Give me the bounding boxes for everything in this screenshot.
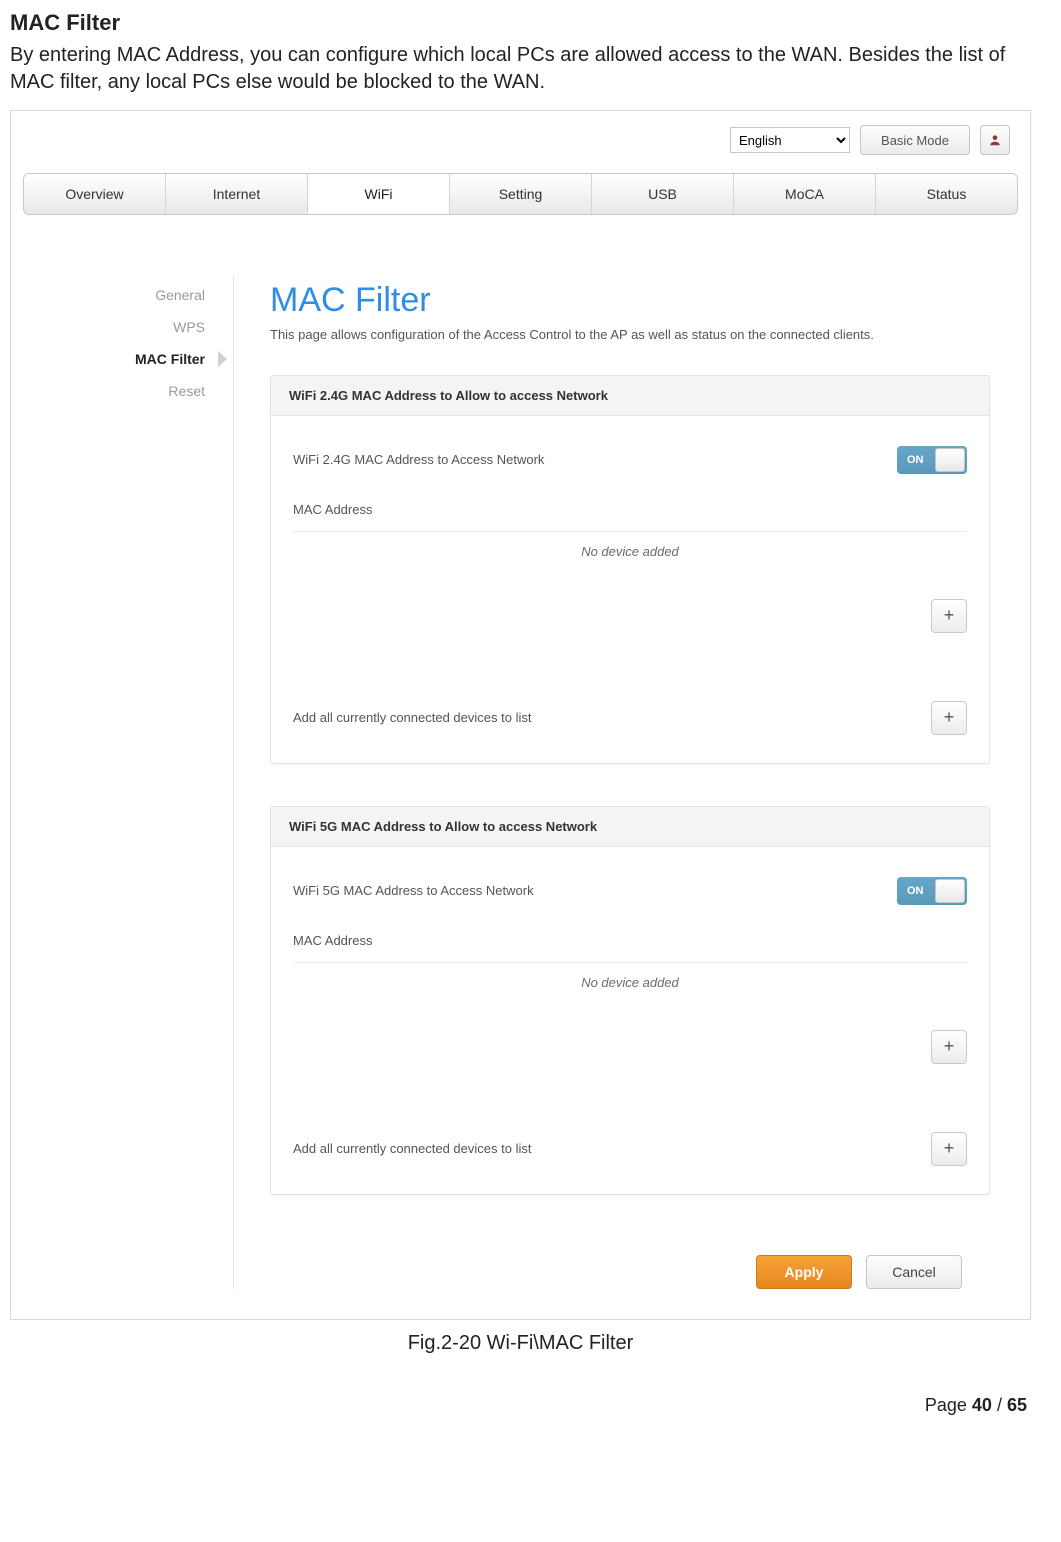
label-5g-mac: MAC Address bbox=[293, 933, 967, 948]
page-total: 65 bbox=[1007, 1395, 1027, 1415]
sidebar-item-wps[interactable]: WPS bbox=[23, 311, 233, 343]
panel-24g: WiFi 2.4G MAC Address to Allow to access… bbox=[270, 375, 990, 764]
basic-mode-button[interactable]: Basic Mode bbox=[860, 125, 970, 155]
add-device-5g-button[interactable]: + bbox=[931, 1030, 967, 1064]
tab-overview[interactable]: Overview bbox=[24, 174, 166, 214]
toggle-5g[interactable]: ON bbox=[897, 877, 967, 905]
tab-wifi[interactable]: WiFi bbox=[308, 174, 450, 214]
no-device-5g: No device added bbox=[293, 963, 967, 1000]
page-prefix: Page bbox=[925, 1395, 972, 1415]
content-area: MAC Filter This page allows configuratio… bbox=[233, 275, 1018, 1289]
label-5g-add-all: Add all currently connected devices to l… bbox=[293, 1141, 531, 1156]
toggle-knob bbox=[935, 879, 965, 903]
label-5g-access: WiFi 5G MAC Address to Access Network bbox=[293, 883, 897, 898]
panel-5g: WiFi 5G MAC Address to Allow to access N… bbox=[270, 806, 990, 1195]
sidebar: General WPS MAC Filter Reset bbox=[23, 275, 233, 1289]
plus-icon: + bbox=[944, 605, 955, 626]
main-nav: Overview Internet WiFi Setting USB MoCA … bbox=[23, 173, 1018, 215]
doc-heading: MAC Filter bbox=[10, 10, 1031, 36]
add-all-5g-button[interactable]: + bbox=[931, 1132, 967, 1166]
user-icon[interactable] bbox=[980, 125, 1010, 155]
row-24g-mac: MAC Address bbox=[293, 488, 967, 532]
page-description: This page allows configuration of the Ac… bbox=[270, 326, 910, 345]
row-24g-add-all: Add all currently connected devices to l… bbox=[293, 641, 967, 741]
tab-internet[interactable]: Internet bbox=[166, 174, 308, 214]
add-all-24g-button[interactable]: + bbox=[931, 701, 967, 735]
plus-icon: + bbox=[944, 1138, 955, 1159]
add-device-24g-button[interactable]: + bbox=[931, 599, 967, 633]
cancel-button[interactable]: Cancel bbox=[866, 1255, 962, 1289]
tab-status[interactable]: Status bbox=[876, 174, 1017, 214]
row-5g-access: WiFi 5G MAC Address to Access Network ON bbox=[293, 863, 967, 919]
doc-paragraph: By entering MAC Address, you can configu… bbox=[10, 42, 1031, 96]
tab-moca[interactable]: MoCA bbox=[734, 174, 876, 214]
page-current: 40 bbox=[972, 1395, 992, 1415]
row-5g-add-all: Add all currently connected devices to l… bbox=[293, 1072, 967, 1172]
panel-24g-header: WiFi 2.4G MAC Address to Allow to access… bbox=[271, 376, 989, 416]
sidebar-item-reset[interactable]: Reset bbox=[23, 375, 233, 407]
label-24g-access: WiFi 2.4G MAC Address to Access Network bbox=[293, 452, 897, 467]
label-24g-add-all: Add all currently connected devices to l… bbox=[293, 710, 531, 725]
tab-usb[interactable]: USB bbox=[592, 174, 734, 214]
page-sep: / bbox=[992, 1395, 1007, 1415]
app-screenshot: English Basic Mode Overview Internet WiF… bbox=[10, 110, 1031, 1320]
row-5g-mac: MAC Address bbox=[293, 919, 967, 963]
panel-5g-header: WiFi 5G MAC Address to Allow to access N… bbox=[271, 807, 989, 847]
label-24g-mac: MAC Address bbox=[293, 502, 967, 517]
sidebar-item-general[interactable]: General bbox=[23, 279, 233, 311]
tab-setting[interactable]: Setting bbox=[450, 174, 592, 214]
toggle-knob bbox=[935, 448, 965, 472]
apply-button[interactable]: Apply bbox=[756, 1255, 852, 1289]
no-device-24g: No device added bbox=[293, 532, 967, 569]
action-bar: Apply Cancel bbox=[270, 1237, 990, 1289]
language-select[interactable]: English bbox=[730, 127, 850, 153]
sidebar-item-mac-filter[interactable]: MAC Filter bbox=[23, 343, 233, 375]
page-footer: Page 40 / 65 bbox=[10, 1395, 1031, 1416]
toggle-24g[interactable]: ON bbox=[897, 446, 967, 474]
toggle-5g-text: ON bbox=[907, 885, 924, 897]
plus-icon: + bbox=[944, 707, 955, 728]
page-title: MAC Filter bbox=[270, 281, 990, 320]
toggle-24g-text: ON bbox=[907, 454, 924, 466]
plus-icon: + bbox=[944, 1036, 955, 1057]
row-24g-access: WiFi 2.4G MAC Address to Access Network … bbox=[293, 432, 967, 488]
figure-caption: Fig.2-20 Wi-Fi\MAC Filter bbox=[10, 1332, 1031, 1355]
top-bar: English Basic Mode bbox=[11, 111, 1030, 173]
person-icon bbox=[988, 133, 1002, 147]
